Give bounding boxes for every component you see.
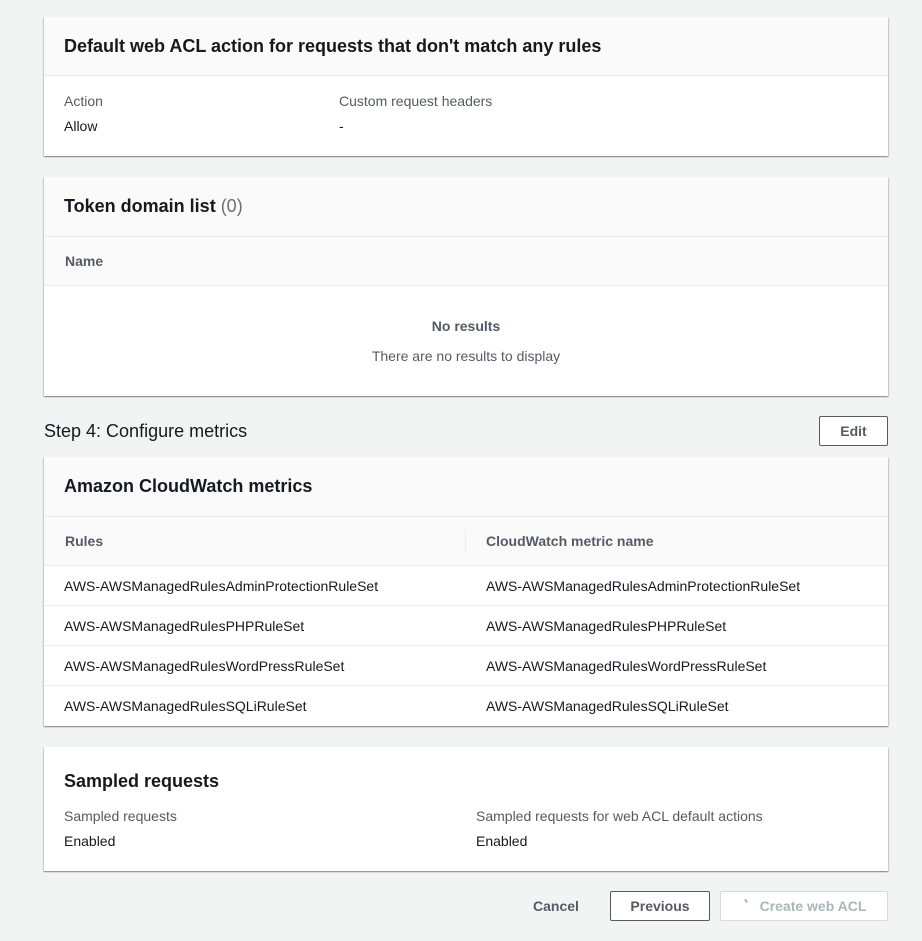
rule-cell: AWS-AWSManagedRulesAdminProtectionRuleSe… <box>64 577 379 594</box>
cancel-button[interactable]: Cancel <box>520 891 592 921</box>
action-value: Allow <box>64 118 98 134</box>
sampled-requests-title: Sampled requests <box>64 771 220 791</box>
create-web-acl-button[interactable]: Create web ACL <box>720 891 888 921</box>
token-domain-title-text: Token domain list <box>64 196 216 216</box>
metric-cell: AWS-AWSManagedRulesSQLiRuleSet <box>486 698 729 714</box>
action-label: Action <box>64 93 103 109</box>
previous-button[interactable]: Previous <box>610 891 710 921</box>
token-domain-header: Token domain list (0) <box>44 177 888 237</box>
column-header-rules[interactable]: Rules <box>44 533 466 549</box>
create-web-acl-label: Create web ACL <box>759 898 867 914</box>
metric-cell: AWS-AWSManagedRulesWordPressRuleSet <box>486 657 767 674</box>
step4-title: Step 4: Configure metrics <box>44 421 248 441</box>
sampled-default-actions-label: Sampled requests for web ACL default act… <box>476 808 763 824</box>
cloudwatch-panel: Amazon CloudWatch metrics Rules CloudWat… <box>44 457 888 726</box>
rule-cell: AWS-AWSManagedRulesWordPressRuleSet <box>64 657 345 674</box>
table-row: AWS-AWSManagedRulesWordPressRuleSet AWS-… <box>44 646 888 686</box>
token-domain-table-header: Name <box>44 237 888 286</box>
default-action-title: Default web ACL action for requests that… <box>64 35 602 56</box>
cloudwatch-table-header: Rules CloudWatch metric name <box>44 517 888 566</box>
token-domain-panel: Token domain list (0) Name No results The… <box>44 177 888 396</box>
default-action-header: Default web ACL action for requests that… <box>44 17 888 76</box>
custom-headers-label: Custom request headers <box>339 93 493 109</box>
rule-cell: AWS-AWSManagedRulesSQLiRuleSet <box>64 698 307 714</box>
cloudwatch-header: Amazon CloudWatch metrics <box>44 457 888 517</box>
sampled-requests-label: Sampled requests <box>64 808 177 824</box>
table-row: AWS-AWSManagedRulesSQLiRuleSet AWS-AWSMa… <box>44 686 888 726</box>
sampled-default-actions-value: Enabled <box>476 833 528 849</box>
token-domain-count: (0) <box>220 196 243 216</box>
sampled-requests-value: Enabled <box>64 833 116 849</box>
empty-state-title: No results <box>431 318 501 334</box>
rule-cell: AWS-AWSManagedRulesPHPRuleSet <box>64 617 305 634</box>
edit-metrics-button[interactable]: Edit <box>819 416 888 446</box>
table-row: AWS-AWSManagedRulesAdminProtectionRuleSe… <box>44 566 888 606</box>
metric-cell: AWS-AWSManagedRulesAdminProtectionRuleSe… <box>486 577 801 594</box>
column-header-metric-name[interactable]: CloudWatch metric name <box>466 533 888 549</box>
review-page: Default web ACL action for requests that… <box>0 0 922 941</box>
table-row: AWS-AWSManagedRulesPHPRuleSet AWS-AWSMan… <box>44 606 888 646</box>
token-domain-title: Token domain list (0) <box>64 196 243 217</box>
empty-state-description: There are no results to display <box>371 348 561 364</box>
cloudwatch-title: Amazon CloudWatch metrics <box>64 476 313 496</box>
column-header-name[interactable]: Name <box>65 253 103 269</box>
default-action-panel: Default web ACL action for requests that… <box>44 17 888 156</box>
loading-spinner-icon <box>742 901 752 911</box>
sampled-requests-panel: Sampled requests Sampled requests Enable… <box>44 747 888 871</box>
custom-headers-value: - <box>339 118 344 134</box>
metric-cell: AWS-AWSManagedRulesPHPRuleSet <box>486 617 727 634</box>
cloudwatch-table-body: AWS-AWSManagedRulesAdminProtectionRuleSe… <box>44 566 888 726</box>
